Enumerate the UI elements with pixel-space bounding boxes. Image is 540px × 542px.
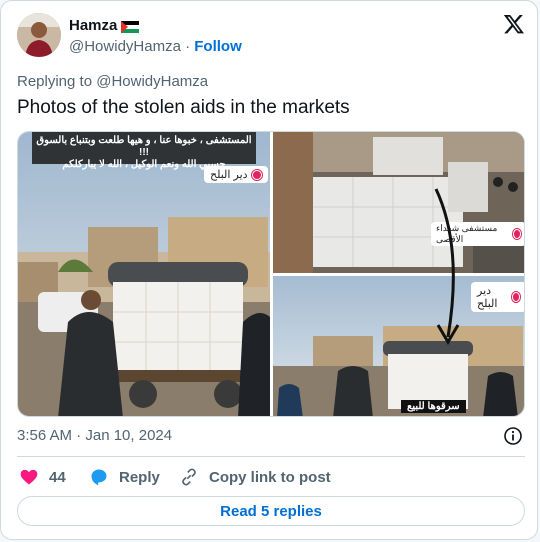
tweet-timestamp[interactable]: 3:56 AM · Jan 10, 2024: [17, 427, 172, 444]
author-handle[interactable]: @HowidyHamza: [69, 38, 181, 55]
read-replies-button[interactable]: Read 5 replies: [17, 496, 525, 526]
author-display-name[interactable]: Hamza: [69, 17, 117, 34]
separator-dot: ·: [185, 38, 191, 55]
reply-button[interactable]: Reply: [89, 463, 160, 491]
photo1-location-badge: دير البلح: [204, 166, 268, 183]
media-grid: المستشفى ، خبوها عنا ، و هيها طلعت وبتنب…: [17, 131, 525, 417]
divider: [17, 456, 525, 457]
like-count: 44: [49, 468, 66, 486]
photo1-location-text: دير البلح: [210, 169, 248, 181]
photo3-location-badge: دير البلح: [471, 282, 524, 312]
read-replies-label: Read 5 replies: [220, 502, 322, 520]
photo-aid-warehouse[interactable]: مستشفى شهداء الأقصى: [273, 132, 524, 273]
replying-to-line: Replying to @HowidyHamza: [17, 73, 208, 90]
photo-aid-cart-market[interactable]: المستشفى ، خبوها عنا ، و هيها طلعت وبتنب…: [18, 132, 270, 416]
info-icon[interactable]: [503, 426, 523, 446]
annotation-arrow-icon: [434, 188, 460, 345]
photo3-location-text: دير البلح: [477, 285, 498, 310]
photo-aid-cart-annotated[interactable]: دير البلح سرقوها للبيع: [273, 276, 524, 416]
location-pin-icon: [512, 229, 521, 239]
x-logo-icon[interactable]: [503, 13, 525, 35]
avatar[interactable]: [17, 13, 61, 57]
reply-bubble-icon: [91, 469, 107, 486]
copy-link-button[interactable]: Copy link to post: [179, 463, 331, 491]
like-button[interactable]: 44: [19, 463, 66, 491]
reply-label: Reply: [119, 468, 160, 486]
location-pin-icon: [511, 292, 520, 302]
heart-icon: [20, 469, 38, 485]
link-icon: [182, 468, 196, 486]
action-bar: 44 Reply Copy link to post: [17, 463, 525, 491]
tweet-text: Photos of the stolen aids in the markets: [17, 97, 350, 118]
follow-link[interactable]: Follow: [194, 38, 242, 55]
location-pin-icon: [251, 169, 262, 180]
copy-link-label: Copy link to post: [209, 468, 331, 486]
palestine-flag-icon: [121, 20, 140, 33]
replying-to-prefix: Replying to: [17, 73, 97, 90]
embedded-tweet-card: Hamza @HowidyHamza · Follow Replying to …: [0, 0, 538, 540]
photo3-caption: سرقوها للبيع: [401, 400, 466, 413]
tweet-header: Hamza @HowidyHamza · Follow: [17, 13, 525, 59]
replying-to-handle[interactable]: @HowidyHamza: [96, 73, 208, 90]
photo1-caption-line-1: المستشفى ، خبوها عنا ، و هيها طلعت وبتنب…: [36, 135, 252, 158]
author-handle-row: @HowidyHamza · Follow: [69, 38, 242, 55]
author-name-row[interactable]: Hamza: [69, 17, 140, 34]
